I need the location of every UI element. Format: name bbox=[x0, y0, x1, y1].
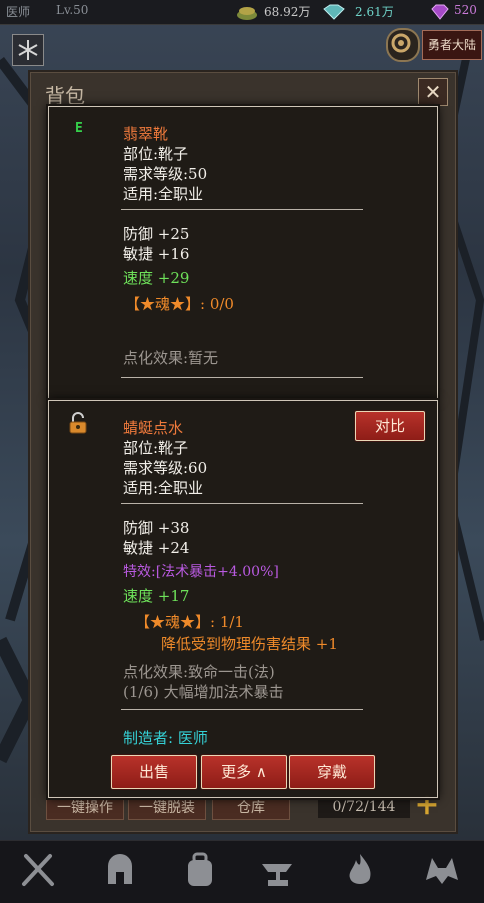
helmet-icon[interactable] bbox=[100, 850, 140, 890]
item-tooltip-current: E 翡翠靴 部位:靴子 需求等级:50 适用:全职业 防御 +25 敏捷 +16… bbox=[48, 106, 438, 400]
maker-label: 制造者: 医师 bbox=[123, 729, 208, 747]
soul-slot: 【★魂★】: 1/1 bbox=[135, 613, 244, 631]
stat-agility: 敏捷 +16 bbox=[123, 245, 190, 263]
top-status-bar: 医师 Lv.50 68.92万 2.61万 520 bbox=[0, 0, 484, 25]
compare-button[interactable]: 对比 bbox=[355, 411, 425, 441]
item-slot: 部位:靴子 bbox=[123, 439, 189, 457]
stat-defense: 防御 +25 bbox=[123, 225, 190, 243]
bag-title: 背包 bbox=[45, 84, 85, 108]
item-level-req: 需求等级:50 bbox=[123, 165, 208, 183]
bottom-navigation bbox=[0, 840, 484, 903]
swords-icon[interactable] bbox=[18, 850, 58, 890]
unlock-icon bbox=[69, 412, 87, 434]
gem-icon bbox=[431, 4, 449, 20]
flame-icon[interactable] bbox=[340, 850, 380, 890]
bag-capacity: 0/72/144 bbox=[318, 796, 410, 818]
diamond-icon bbox=[323, 4, 345, 20]
anvil-icon[interactable] bbox=[258, 850, 298, 890]
more-button[interactable]: 更多 ∧ bbox=[201, 755, 287, 789]
gold-amount: 68.92万 bbox=[264, 5, 311, 19]
equip-button[interactable]: 穿戴 bbox=[289, 755, 375, 789]
close-button[interactable]: ✕ bbox=[418, 78, 448, 106]
item-tooltip-new: 蜻蜓点水 对比 部位:靴子 需求等级:60 适用:全职业 防御 +38 敏捷 +… bbox=[48, 400, 438, 798]
divider bbox=[121, 209, 363, 210]
gear-icon bbox=[391, 33, 411, 53]
stat-speed: 速度 +17 bbox=[123, 587, 190, 605]
warehouse-button[interactable]: 仓库 bbox=[212, 796, 290, 820]
enchant-description: (1/6) 大幅增加法术暴击 bbox=[123, 683, 284, 701]
hero-continent-button[interactable]: 勇者大陆 bbox=[422, 30, 482, 60]
item-class-req: 适用:全职业 bbox=[123, 185, 204, 203]
unequip-all-button[interactable]: 一键脱装 bbox=[128, 796, 206, 820]
enchant-effect: 点化效果:致命一击(法) bbox=[123, 663, 275, 681]
stat-defense: 防御 +38 bbox=[123, 519, 190, 537]
item-name: 蜻蜓点水 bbox=[123, 419, 184, 437]
item-class-req: 适用:全职业 bbox=[123, 479, 204, 497]
diamond-amount: 2.61万 bbox=[355, 5, 394, 19]
wolf-icon[interactable] bbox=[422, 850, 462, 890]
stat-speed: 速度 +29 bbox=[123, 269, 190, 287]
sell-button[interactable]: 出售 bbox=[111, 755, 197, 789]
player-class: 医师 bbox=[6, 5, 31, 19]
batch-operation-button[interactable]: 一键操作 bbox=[46, 796, 124, 820]
soul-effect: 降低受到物理伤害结果 +1 bbox=[161, 635, 338, 653]
item-slot: 部位:靴子 bbox=[123, 145, 189, 163]
divider bbox=[121, 377, 363, 378]
divider bbox=[121, 503, 363, 504]
backpack-icon[interactable] bbox=[180, 850, 220, 890]
divider bbox=[121, 709, 363, 710]
item-level-req: 需求等级:60 bbox=[123, 459, 208, 477]
player-level: Lv.50 bbox=[56, 3, 89, 17]
item-name: 翡翠靴 bbox=[123, 125, 169, 143]
stat-agility: 敏捷 +24 bbox=[123, 539, 190, 557]
gem-amount: 520 bbox=[454, 3, 477, 17]
gold-icon bbox=[237, 7, 257, 20]
special-effect: 特效:[法术暴击+4.00%] bbox=[123, 564, 279, 580]
settings-button[interactable] bbox=[12, 34, 44, 66]
soul-slot: 【★魂★】: 0/0 bbox=[125, 295, 234, 313]
enchant-effect: 点化效果:暂无 bbox=[123, 349, 219, 367]
grade-badge: E bbox=[75, 121, 83, 136]
snowflake-icon bbox=[18, 40, 38, 60]
gear-button[interactable] bbox=[386, 28, 420, 62]
